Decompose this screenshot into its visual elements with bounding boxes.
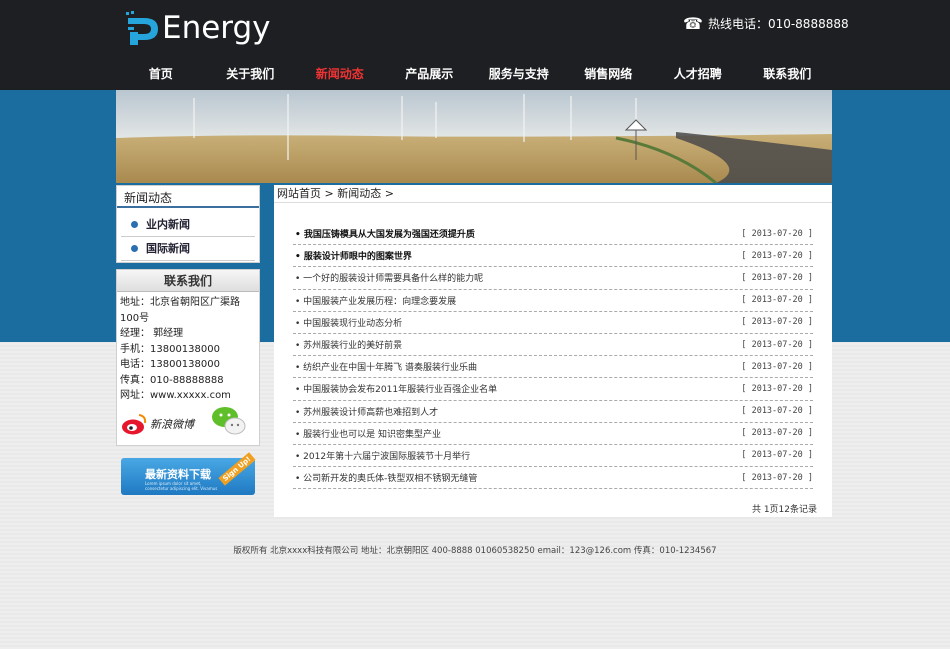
news-date: [ 2013-07-20 ] xyxy=(741,228,813,239)
news-row[interactable]: • 一个好的服装设计师需要具备什么样的能力呢 [ 2013-07-20 ] xyxy=(293,267,813,290)
news-date: [ 2013-07-20 ] xyxy=(741,361,813,372)
logo[interactable]: Energy xyxy=(124,10,271,46)
news-row[interactable]: • 苏州服装行业的美好前景 [ 2013-07-20 ] xyxy=(293,334,813,357)
weibo-icon xyxy=(122,414,147,435)
news-title: • 公司新开发的奥氏体-铁型双相不锈钢无缝管 xyxy=(295,474,478,485)
nav-sales[interactable]: 销售网络 xyxy=(564,58,654,90)
pagination-info: 共 1页12条记录 xyxy=(751,505,817,515)
breadcrumb: 网站首页 > 新闻动态 > xyxy=(274,185,832,203)
breadcrumb-home[interactable]: 网站首页 xyxy=(277,187,321,200)
download-note: Lorem ipsum dolor sit amet, consectetur … xyxy=(145,481,218,491)
social-links: 新浪微博 xyxy=(121,405,255,441)
breadcrumb-current: 新闻动态 xyxy=(337,187,382,200)
category-international[interactable]: 国际新闻 xyxy=(121,237,255,261)
news-title: • 中国服装产业发展历程：向理念要发展 xyxy=(295,296,457,307)
weibo-link[interactable]: 新浪微博 xyxy=(121,413,194,435)
news-title: • 服装行业也可以是 知识密集型产业 xyxy=(295,429,442,440)
category-industry[interactable]: 业内新闻 xyxy=(121,213,255,237)
chevron-right-icon: > xyxy=(384,187,394,200)
news-date: [ 2013-07-20 ] xyxy=(741,383,813,394)
hotline-text: 热线电话：010-8888888 xyxy=(707,17,849,31)
news-categories-box: 新闻动态 业内新闻 国际新闻 xyxy=(116,185,260,263)
footer: 版权所有 北京xxxx科技有限公司 地址：北京朝阳区 400-8888 0106… xyxy=(233,546,717,556)
contact-mobile: 手机：13800138000 xyxy=(120,343,220,355)
news-categories-title: 新闻动态 xyxy=(117,186,259,208)
main-nav: 首页 关于我们 新闻动态 产品展示 服务与支持 销售网络 人才招聘 联系我们 xyxy=(116,58,832,90)
news-date: [ 2013-07-20 ] xyxy=(741,406,813,417)
news-date: [ 2013-07-20 ] xyxy=(741,339,813,350)
news-list: • 我国压铸模具从大国发展为强国还须提升质 [ 2013-07-20 ] • 服装… xyxy=(293,223,813,490)
sidebar: 新闻动态 业内新闻 国际新闻 联系我们 地址：北京省朝阳区广渠路100号 经理：… xyxy=(116,185,260,446)
contact-box: 联系我们 地址：北京省朝阳区广渠路100号 经理： 郭经理 手机：1380013… xyxy=(116,269,260,446)
phone-icon: ☎ xyxy=(683,14,703,33)
signup-badge: Sign Up! xyxy=(218,452,256,486)
bullet-icon xyxy=(131,221,138,228)
banner-image xyxy=(116,90,832,183)
download-label: 最新资料下载 xyxy=(145,468,211,481)
news-date: [ 2013-07-20 ] xyxy=(741,295,813,306)
contact-address: 地址：北京省朝阳区广渠路100号 xyxy=(120,297,240,324)
nav-service[interactable]: 服务与支持 xyxy=(474,58,564,90)
news-date: [ 2013-07-20 ] xyxy=(741,250,813,261)
wechat-icon[interactable] xyxy=(211,405,247,437)
logo-text: Energy xyxy=(162,10,271,46)
news-title: • 服装设计师眼中的图案世界 xyxy=(295,252,412,263)
news-row[interactable]: • 中国服装产业发展历程：向理念要发展 [ 2013-07-20 ] xyxy=(293,290,813,312)
news-row[interactable]: • 中国服装协会发布2011年服装行业百强企业名单 [ 2013-07-20 ] xyxy=(293,378,813,401)
news-row[interactable]: • 中国服装现行业动态分析 [ 2013-07-20 ] xyxy=(293,312,813,334)
contact-title: 联系我们 xyxy=(117,270,259,292)
news-date: [ 2013-07-20 ] xyxy=(741,472,813,483)
category-industry-label: 业内新闻 xyxy=(146,217,190,231)
nav-news[interactable]: 新闻动态 xyxy=(295,58,385,90)
chevron-right-icon: > xyxy=(324,187,338,200)
nav-contact[interactable]: 联系我们 xyxy=(743,58,833,90)
news-title: • 苏州服装行业的美好前景 xyxy=(295,341,403,352)
nav-jobs[interactable]: 人才招聘 xyxy=(653,58,743,90)
hotline: ☎ 热线电话：010-8888888 xyxy=(683,14,849,33)
news-date: [ 2013-07-20 ] xyxy=(741,272,813,283)
weibo-label: 新浪微博 xyxy=(150,418,194,431)
news-row[interactable]: • 苏州服装设计师高薪也难招到人才 [ 2013-07-20 ] xyxy=(293,401,813,423)
category-international-label: 国际新闻 xyxy=(146,241,190,255)
news-title: • 2012年第十六届宁波国际服装节十月举行 xyxy=(295,451,471,462)
news-row[interactable]: • 服装设计师眼中的图案世界 [ 2013-07-20 ] xyxy=(293,245,813,268)
news-row[interactable]: • 纺织产业在中国十年腾飞 谱奏服装行业乐曲 [ 2013-07-20 ] xyxy=(293,356,813,379)
contact-phone: 电话：13800138000 xyxy=(120,359,220,370)
news-row[interactable]: • 我国压铸模具从大国发展为强国还须提升质 [ 2013-07-20 ] xyxy=(293,223,813,246)
news-content: 网站首页 > 新闻动态 > • 我国压铸模具从大国发展为强国还须提升质 [ 201… xyxy=(274,185,832,517)
download-button[interactable]: 最新资料下载 Lorem ipsum dolor sit amet, conse… xyxy=(121,452,256,495)
contact-website: 网址：www.xxxxx.com xyxy=(120,390,231,401)
nav-about[interactable]: 关于我们 xyxy=(206,58,296,90)
contact-fax: 传真：010-88888888 xyxy=(120,374,224,386)
news-title: • 苏州服装设计师高薪也难招到人才 xyxy=(295,407,439,418)
nav-home[interactable]: 首页 xyxy=(116,58,206,90)
logo-icon xyxy=(126,11,158,45)
bullet-icon xyxy=(131,245,138,252)
news-date: [ 2013-07-20 ] xyxy=(741,450,813,461)
contact-manager: 经理： 郭经理 xyxy=(120,328,184,339)
news-row[interactable]: • 2012年第十六届宁波国际服装节十月举行 [ 2013-07-20 ] xyxy=(293,445,813,468)
news-title: • 我国压铸模具从大国发展为强国还须提升质 xyxy=(295,230,475,241)
news-row[interactable]: • 服装行业也可以是 知识密集型产业 [ 2013-07-20 ] xyxy=(293,423,813,445)
news-title: • 中国服装协会发布2011年服装行业百强企业名单 xyxy=(295,385,498,396)
news-title: • 纺织产业在中国十年腾飞 谱奏服装行业乐曲 xyxy=(295,363,478,374)
nav-products[interactable]: 产品展示 xyxy=(385,58,475,90)
news-date: [ 2013-07-20 ] xyxy=(741,317,813,328)
news-date: [ 2013-07-20 ] xyxy=(741,428,813,439)
news-title: • 中国服装现行业动态分析 xyxy=(295,318,403,329)
news-row[interactable]: • 公司新开发的奥氏体-铁型双相不锈钢无缝管 [ 2013-07-20 ] xyxy=(293,467,813,490)
news-title: • 一个好的服装设计师需要具备什么样的能力呢 xyxy=(295,274,484,285)
